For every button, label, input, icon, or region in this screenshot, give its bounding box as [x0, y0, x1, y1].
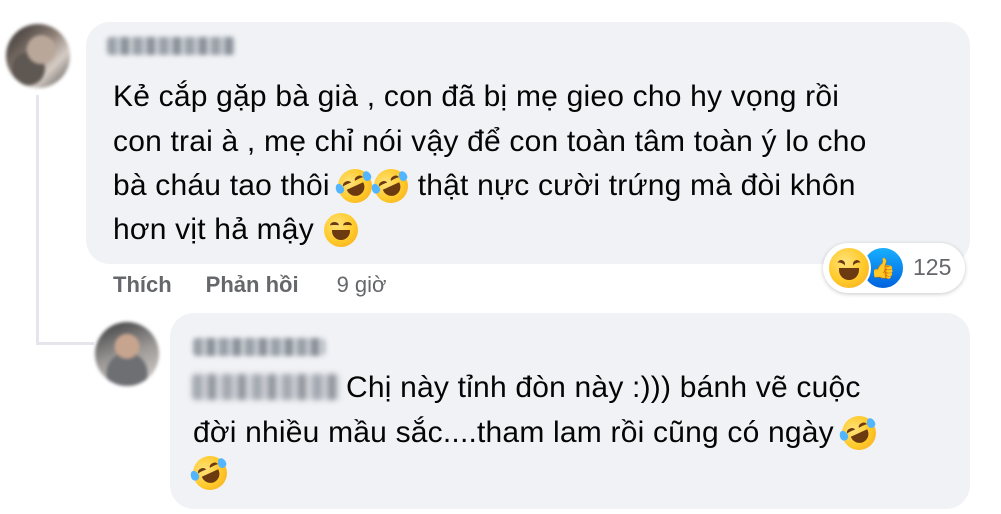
like-button[interactable]: Thích	[113, 272, 172, 298]
comment-line: hơn vịt hả mậy	[113, 208, 358, 252]
reaction-count: 125	[913, 254, 952, 280]
comment-line: con trai à , mẹ chỉ nói vậy để con toàn …	[113, 125, 867, 158]
avatar[interactable]	[6, 24, 70, 88]
avatar[interactable]	[95, 322, 159, 386]
rolling-laughing-emoji-icon	[187, 450, 233, 496]
haha-icon	[827, 246, 871, 290]
rolling-laughing-emoji-icon	[836, 410, 882, 456]
reply-line	[187, 450, 233, 496]
comment-line-segment: bà cháu tao thôi	[113, 169, 330, 202]
replier-name-blurred[interactable]	[193, 338, 325, 356]
reaction-summary[interactable]: 👍 125	[823, 243, 965, 293]
reply-button[interactable]: Phản hồi	[206, 272, 299, 298]
grinning-squinting-emoji-icon	[323, 213, 358, 247]
reply-line: Chị này tỉnh đòn này :))) bánh vẽ cuộc	[346, 371, 861, 404]
comment-line-segment: thật nực cười trứng mà đòi khôn	[417, 169, 856, 202]
mention-tag-blurred[interactable]	[192, 374, 340, 400]
commenter-name-blurred[interactable]	[107, 37, 235, 55]
thread-connector	[36, 342, 94, 345]
comment-line: bà cháu tao thôi thật nực cười trứng mà …	[113, 163, 856, 209]
comment-timestamp[interactable]: 9 giờ	[337, 272, 387, 298]
rolling-laughing-emoji-icon	[368, 163, 414, 209]
comment-actions: Thích Phản hồi 9 giờ	[113, 272, 420, 298]
reply-line-segment: đời nhiều mầu sắc....tham lam rồi cũng c…	[193, 416, 834, 449]
comment-line: Kẻ cắp gặp bà già , con đã bị mẹ gieo ch…	[113, 80, 840, 113]
thread-line	[36, 95, 39, 345]
comment-line-segment: hơn vịt hả mậy	[113, 213, 314, 246]
reply-line: đời nhiều mầu sắc....tham lam rồi cũng c…	[193, 410, 882, 456]
